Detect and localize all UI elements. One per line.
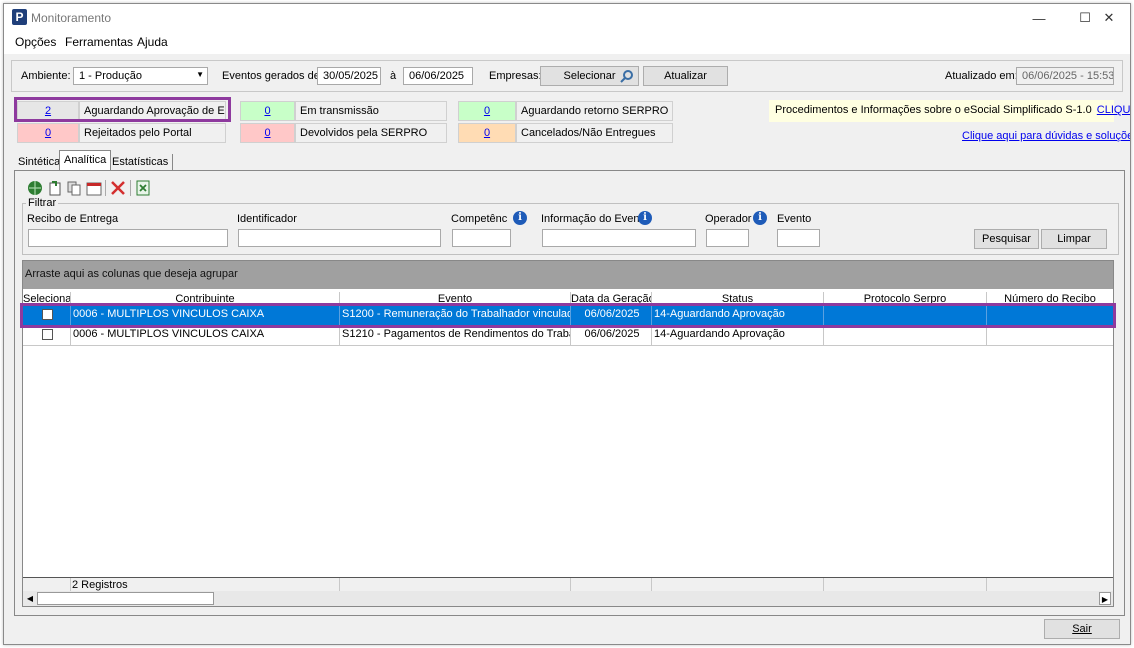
toolbar-divider xyxy=(130,180,131,196)
clique-aqui-link[interactable]: CLIQUE AQUI xyxy=(1097,104,1130,116)
row-divider xyxy=(23,345,1113,346)
rejeitados-count[interactable]: 0 xyxy=(17,123,79,143)
date-separator: à xyxy=(390,70,397,82)
em-transmissao-label: Em transmissão xyxy=(295,101,447,121)
scrollbar-thumb[interactable] xyxy=(37,592,214,605)
ambiente-select[interactable]: 1 - Produção ▼ xyxy=(73,67,208,85)
toolbar-divider xyxy=(105,180,106,196)
tab-analitica[interactable]: Analítica xyxy=(59,150,112,171)
selecionar-button[interactable]: Selecionar xyxy=(540,66,639,86)
minimize-button[interactable]: — xyxy=(1016,4,1062,32)
info-evento-label: Informação do Evento xyxy=(541,213,649,225)
cell-protocolo xyxy=(824,326,987,345)
devolvidos-count[interactable]: 0 xyxy=(240,123,295,143)
help-link[interactable]: Clique aqui para dúvidas e soluções xyxy=(962,130,1130,142)
evento-label: Evento xyxy=(777,213,812,225)
monitoramento-window: P Monitoramento — ☐ ✕ Opções Ferramentas… xyxy=(3,3,1131,645)
app-logo-icon: P xyxy=(12,9,27,25)
group-by-area[interactable]: Arraste aqui as colunas que deseja agrup… xyxy=(23,261,1113,289)
competencia-label: Competênc xyxy=(451,213,508,225)
scroll-right-icon[interactable]: ▶ xyxy=(1099,592,1111,605)
limpar-button[interactable]: Limpar xyxy=(1041,229,1107,249)
aguardando-retorno-count[interactable]: 0 xyxy=(458,101,516,121)
operador-label: Operador xyxy=(705,213,752,225)
tab-sintetica[interactable]: Sintética xyxy=(14,154,66,171)
dropdown-arrow-icon: ▼ xyxy=(196,70,204,79)
cell-recibo xyxy=(987,326,1113,345)
highlight-selected-row xyxy=(20,303,1116,328)
menu-bar: Opções Ferramentas Ajuda xyxy=(4,32,1130,54)
competencia-info-icon[interactable]: i xyxy=(513,211,527,225)
filter-group-label: Filtrar xyxy=(26,197,59,209)
export-icon[interactable] xyxy=(47,180,63,196)
rejeitados-label: Rejeitados pelo Portal xyxy=(79,123,226,143)
atualizado-value: 06/06/2025 - 15:53 xyxy=(1016,67,1114,85)
ambiente-label: Ambiente: xyxy=(21,70,71,82)
em-transmissao-count[interactable]: 0 xyxy=(240,101,295,121)
ambiente-value: 1 - Produção xyxy=(79,70,142,82)
delete-icon[interactable] xyxy=(110,180,126,196)
menu-ajuda[interactable]: Ajuda xyxy=(137,35,168,49)
footer-divider xyxy=(986,578,987,591)
eventos-gerados-label: Eventos gerados de: xyxy=(222,70,323,82)
devolvidos-label: Devolvidos pela SERPRO xyxy=(295,123,447,143)
cell-status: 14-Aguardando Aprovação xyxy=(652,326,824,345)
calendar-icon[interactable] xyxy=(86,180,102,196)
empresas-label: Empresas: xyxy=(489,70,542,82)
close-button[interactable]: ✕ xyxy=(1086,4,1130,32)
info-text: Procedimentos e Informações sobre o eSoc… xyxy=(775,104,1092,116)
row-checkbox[interactable] xyxy=(42,329,53,340)
sair-button[interactable]: Sair xyxy=(1044,619,1120,639)
footer-divider xyxy=(339,578,340,591)
footer-divider xyxy=(651,578,652,591)
menu-opcoes[interactable]: Opções xyxy=(15,35,56,49)
recibo-input[interactable] xyxy=(28,229,228,247)
highlight-aguardando-tile xyxy=(14,97,231,122)
footer-divider xyxy=(823,578,824,591)
globe-icon[interactable] xyxy=(27,180,43,196)
footer-divider xyxy=(70,578,71,591)
scroll-left-icon[interactable]: ◀ xyxy=(24,592,36,605)
recibo-label: Recibo de Entrega xyxy=(27,213,119,225)
pesquisar-button[interactable]: Pesquisar xyxy=(974,229,1039,249)
selecionar-label: Selecionar xyxy=(563,70,616,82)
identificador-label: Identificador xyxy=(237,213,297,225)
cell-contribuinte: 0006 - MULTIPLOS VINCULOS CAIXA xyxy=(71,326,340,345)
grid-footer xyxy=(23,578,1113,591)
atualizado-label: Atualizado em: xyxy=(945,70,1018,82)
evento-input[interactable] xyxy=(777,229,820,247)
menu-ferramentas[interactable]: Ferramentas xyxy=(65,35,133,49)
aguardando-retorno-label: Aguardando retorno SERPRO xyxy=(516,101,673,121)
row-select-cell[interactable] xyxy=(23,326,71,345)
title-bar: P Monitoramento — ☐ ✕ xyxy=(4,4,1130,32)
operador-input[interactable] xyxy=(706,229,749,247)
info-evento-info-icon[interactable]: i xyxy=(638,211,652,225)
operador-info-icon[interactable]: i xyxy=(753,211,767,225)
competencia-input[interactable] xyxy=(452,229,511,247)
date-to-input[interactable]: 06/06/2025 xyxy=(403,67,473,85)
window-title: Monitoramento xyxy=(31,11,112,25)
date-from-input[interactable]: 30/05/2025 xyxy=(317,67,381,85)
info-evento-input[interactable] xyxy=(542,229,696,247)
footer-divider xyxy=(570,578,571,591)
copy-icon[interactable] xyxy=(66,180,82,196)
identificador-input[interactable] xyxy=(238,229,441,247)
tab-estatisticas[interactable]: Estatísticas xyxy=(108,154,174,171)
magnifier-icon xyxy=(620,70,633,83)
atualizar-button[interactable]: Atualizar xyxy=(643,66,728,86)
cancelados-label: Cancelados/Não Entregues xyxy=(516,123,673,143)
cell-evento: S1210 - Pagamentos de Rendimentos do Tra… xyxy=(340,326,571,345)
excel-export-icon[interactable] xyxy=(135,180,151,196)
cell-data: 06/06/2025 xyxy=(571,326,652,345)
info-banner: Procedimentos e Informações sobre o eSoc… xyxy=(769,100,1130,122)
record-count: 2 Registros xyxy=(72,579,128,591)
cancelados-count[interactable]: 0 xyxy=(458,123,516,143)
